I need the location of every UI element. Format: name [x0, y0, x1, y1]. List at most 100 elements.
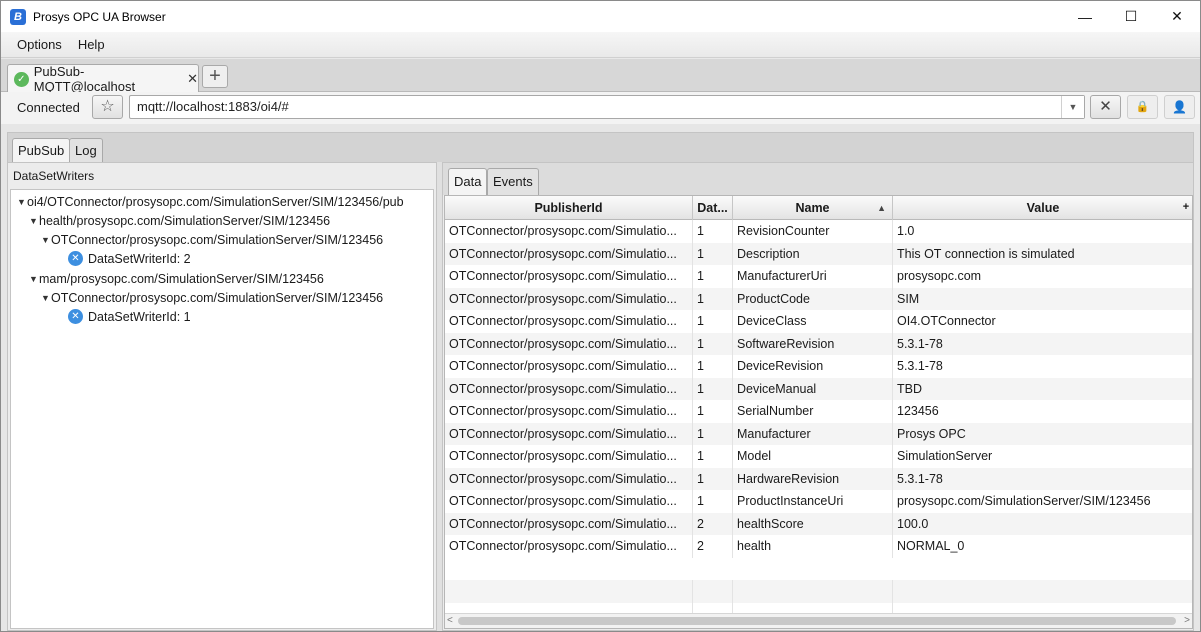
- publisherid-cell: OTConnector/prosysopc.com/Simulatio...: [445, 490, 693, 513]
- column-menu-icon[interactable]: +: [1181, 196, 1191, 220]
- minimize-button[interactable]: —: [1062, 1, 1108, 32]
- tree-item[interactable]: ▼ health/prosysopc.com/SimulationServer/…: [29, 211, 330, 230]
- table-row[interactable]: OTConnector/prosysopc.com/Simulatio... 1 M…: [445, 265, 1192, 288]
- menu-options[interactable]: Options: [9, 37, 70, 52]
- tree-item[interactable]: ✕ DataSetWriterId: 1: [68, 307, 191, 326]
- table-row[interactable]: OTConnector/prosysopc.com/Simulatio... 1 D…: [445, 242, 1192, 265]
- name-cell: DeviceClass: [733, 310, 893, 333]
- table-row[interactable]: OTConnector/prosysopc.com/Simulatio... 1 D…: [445, 377, 1192, 400]
- empty-row: [445, 580, 1192, 603]
- maximize-button[interactable]: ☐: [1108, 1, 1154, 32]
- check-circle-icon: ✓: [14, 71, 29, 87]
- datasetwriter-cell: 1: [693, 287, 733, 310]
- tree-item-label: mam/prosysopc.com/SimulationServer/SIM/1…: [39, 271, 324, 286]
- table-row[interactable]: OTConnector/prosysopc.com/Simulatio... 1 S…: [445, 400, 1192, 423]
- tree-item[interactable]: ▼ oi4/OTConnector/prosysopc.com/Simulati…: [17, 192, 404, 211]
- tree-item[interactable]: ✕ DataSetWriterId: 2: [68, 249, 191, 268]
- expand-arrow-icon[interactable]: ▼: [29, 216, 39, 226]
- value-cell: 100.0: [893, 513, 1192, 536]
- table-row[interactable]: OTConnector/prosysopc.com/Simulatio... 1 M…: [445, 422, 1192, 445]
- bookmark-star-button[interactable]: ☆: [92, 95, 123, 119]
- sort-ascending-icon: ▲: [877, 203, 886, 213]
- expand-arrow-icon[interactable]: ▼: [17, 197, 27, 207]
- name-cell: DeviceManual: [733, 377, 893, 400]
- add-tab-button[interactable]: +: [202, 65, 228, 88]
- expand-arrow-icon[interactable]: ▼: [41, 235, 51, 245]
- column-header-publisherid[interactable]: PublisherId: [445, 196, 693, 220]
- table-row[interactable]: OTConnector/prosysopc.com/Simulatio... 1 M…: [445, 445, 1192, 468]
- app-logo-icon: B: [10, 8, 26, 25]
- table-row[interactable]: OTConnector/prosysopc.com/Simulatio... 1 R…: [445, 220, 1192, 243]
- value-cell: NORMAL_0: [893, 535, 1192, 558]
- publisherid-cell: OTConnector/prosysopc.com/Simulatio...: [445, 355, 693, 378]
- name-cell: Manufacturer: [733, 422, 893, 445]
- datasetwriter-cell: 1: [693, 445, 733, 468]
- column-header-datasetwriter[interactable]: Dat...: [693, 196, 733, 220]
- datasetwriter-cell: 1: [693, 332, 733, 355]
- tree-item[interactable]: ▼ mam/prosysopc.com/SimulationServer/SIM…: [29, 269, 324, 288]
- datasetwriter-cell: 1: [693, 265, 733, 288]
- table-row[interactable]: OTConnector/prosysopc.com/Simulatio... 1 H…: [445, 467, 1192, 491]
- value-cell: 5.3.1-78: [893, 355, 1192, 378]
- menu-help[interactable]: Help: [70, 37, 113, 52]
- table-row[interactable]: OTConnector/prosysopc.com/Simulatio... 2 h…: [445, 512, 1192, 536]
- column-header-name[interactable]: Name ▲: [733, 196, 893, 220]
- datasetwriter-cell: 1: [693, 490, 733, 513]
- disconnect-button[interactable]: ✕: [1090, 95, 1121, 119]
- value-cell: prosysopc.com: [893, 265, 1192, 288]
- publisherid-cell: OTConnector/prosysopc.com/Simulatio...: [445, 287, 693, 310]
- publisherid-cell: OTConnector/prosysopc.com/Simulatio...: [445, 512, 693, 535]
- table-row[interactable]: OTConnector/prosysopc.com/Simulatio... 2 h…: [445, 535, 1192, 558]
- title-bar: B Prosys OPC UA Browser — ☐ ✕: [1, 1, 1200, 32]
- publisherid-cell: OTConnector/prosysopc.com/Simulatio...: [445, 422, 693, 445]
- datasetwriter-cell: 1: [693, 355, 733, 378]
- data-pane: Data Events PublisherId Dat... Name ▲ Va…: [442, 162, 1194, 631]
- horizontal-scrollbar[interactable]: < >: [445, 613, 1192, 628]
- name-cell: ProductCode: [733, 287, 893, 310]
- table-row[interactable]: OTConnector/prosysopc.com/Simulatio... 1 S…: [445, 332, 1192, 355]
- tab-pubsub[interactable]: PubSub: [12, 138, 71, 163]
- data-tabs: Data Events: [443, 163, 1193, 195]
- table-row[interactable]: OTConnector/prosysopc.com/Simulatio... 1 P…: [445, 490, 1192, 513]
- address-bar: Connected ☆ mqtt://localhost:1883/oi4/# …: [1, 92, 1200, 124]
- scrollbar-thumb[interactable]: [458, 617, 1176, 625]
- table-row[interactable]: OTConnector/prosysopc.com/Simulatio... 1 P…: [445, 287, 1192, 310]
- server-url-input[interactable]: mqtt://localhost:1883/oi4/#: [129, 95, 1085, 119]
- expand-arrow-icon[interactable]: ▼: [29, 274, 39, 284]
- tab-events[interactable]: Events: [487, 168, 539, 195]
- name-cell: HardwareRevision: [733, 467, 893, 490]
- menu-bar: Options Help: [1, 32, 1200, 58]
- table-row[interactable]: OTConnector/prosysopc.com/Simulatio... 1 D…: [445, 355, 1192, 378]
- tab-data[interactable]: Data: [448, 168, 488, 195]
- value-cell: 123456: [893, 400, 1192, 423]
- publisherid-cell: OTConnector/prosysopc.com/Simulatio...: [445, 242, 693, 265]
- column-header-label: Name: [795, 201, 830, 215]
- table-row[interactable]: OTConnector/prosysopc.com/Simulatio... 1 D…: [445, 310, 1192, 333]
- name-cell: RevisionCounter: [733, 220, 893, 243]
- datasetwriter-cell: 1: [693, 220, 733, 243]
- value-cell: 5.3.1-78: [893, 468, 1192, 491]
- expand-arrow-icon[interactable]: ▼: [41, 293, 51, 303]
- name-cell: healthScore: [733, 512, 893, 535]
- close-window-button[interactable]: ✕: [1154, 1, 1200, 32]
- connection-tab[interactable]: ✓ PubSub-MQTT@localhost ✕: [7, 64, 199, 94]
- scroll-right-icon[interactable]: >: [1184, 615, 1190, 626]
- datasetwriter-cell: 1: [693, 467, 733, 490]
- security-lock-button[interactable]: 🔒: [1127, 95, 1158, 119]
- tab-log[interactable]: Log: [69, 138, 103, 163]
- chevron-down-icon[interactable]: ▼: [1061, 96, 1084, 118]
- tree-item[interactable]: ▼ OTConnector/prosysopc.com/SimulationSe…: [41, 288, 383, 307]
- name-cell: Model: [733, 445, 893, 468]
- column-header-value[interactable]: Value +: [893, 196, 1192, 220]
- user-button[interactable]: 👤: [1164, 95, 1195, 119]
- scroll-left-icon[interactable]: <: [447, 615, 453, 626]
- publisherid-cell: OTConnector/prosysopc.com/Simulatio...: [445, 265, 693, 288]
- tree-item-label: OTConnector/prosysopc.com/SimulationServ…: [51, 232, 384, 247]
- main-content: PubSub Log DataSetWriters ▼ oi4/OTConnec…: [1, 124, 1200, 631]
- tree-item[interactable]: ▼ OTConnector/prosysopc.com/SimulationSe…: [41, 230, 383, 249]
- close-tab-icon[interactable]: ✕: [187, 71, 198, 87]
- name-cell: ManufacturerUri: [733, 265, 893, 288]
- datasetwriter-icon: ✕: [68, 309, 83, 324]
- window-controls: — ☐ ✕: [1062, 1, 1200, 32]
- datasetwriters-tree[interactable]: ▼ oi4/OTConnector/prosysopc.com/Simulati…: [10, 189, 434, 629]
